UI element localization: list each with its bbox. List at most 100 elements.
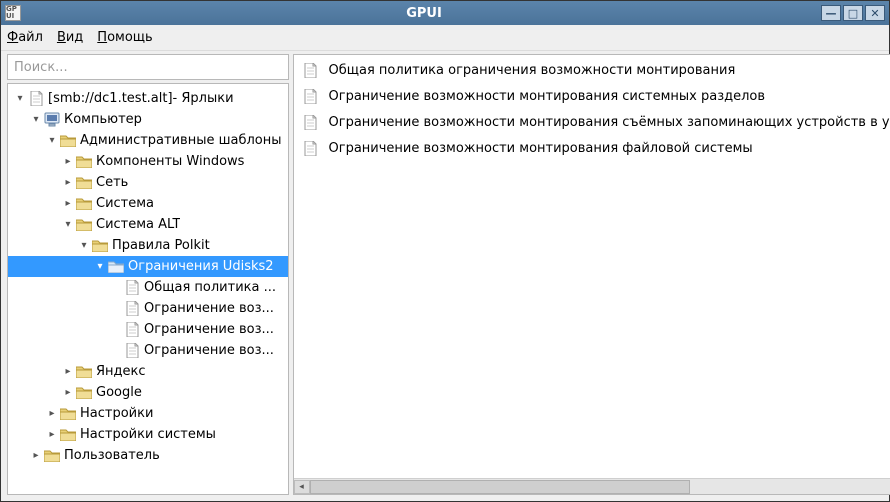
list-item-label: Ограничение возможности монтирования фай… [329, 141, 753, 156]
list-item[interactable]: Ограничение возможности монтирования фай… [294, 135, 890, 161]
minimize-button[interactable]: — [821, 5, 841, 21]
document-icon [302, 115, 320, 130]
folder-icon [75, 155, 93, 168]
menu-view[interactable]: Вид [57, 30, 83, 45]
tree-label: Google [96, 385, 142, 400]
document-icon [302, 63, 320, 78]
tree-label: Компоненты Windows [96, 154, 244, 169]
chevron-right-icon[interactable]: ▸ [46, 408, 58, 419]
list-item[interactable]: Общая политика ограничения возможности м… [294, 57, 890, 83]
maximize-button[interactable]: □ [843, 5, 863, 21]
list-item-label: Ограничение возможности монтирования сис… [329, 89, 766, 104]
tree-item-policy-doc[interactable]: ▸ Ограничение воз... [8, 340, 288, 361]
tree-item-windows-components[interactable]: ▸ Компоненты Windows [8, 151, 288, 172]
folder-icon [107, 260, 125, 273]
window-title: GPUI [27, 6, 821, 21]
chevron-down-icon[interactable]: ▾ [94, 261, 106, 272]
right-panel: Общая политика ограничения возможности м… [293, 54, 890, 495]
chevron-down-icon[interactable]: ▾ [46, 135, 58, 146]
policy-tree[interactable]: ▾ [smb://dc1.test.alt]- Ярлыки ▾ Компьют… [7, 83, 289, 495]
chevron-right-icon[interactable]: ▸ [30, 450, 42, 461]
chevron-down-icon[interactable]: ▾ [30, 114, 42, 125]
tree-item-policy-doc[interactable]: ▸ Ограничение воз... [8, 298, 288, 319]
folder-icon [75, 386, 93, 399]
tree-label: Система ALT [96, 217, 180, 232]
chevron-right-icon[interactable]: ▸ [62, 177, 74, 188]
chevron-down-icon[interactable]: ▾ [14, 93, 26, 104]
tree-label: Система [96, 196, 154, 211]
app-icon: GP UI [5, 5, 21, 21]
chevron-right-icon[interactable]: ▸ [62, 198, 74, 209]
tree-item-policy-doc[interactable]: ▸ Ограничение воз... [8, 319, 288, 340]
document-icon [123, 280, 141, 295]
scroll-track[interactable] [310, 480, 890, 494]
folder-icon [59, 134, 77, 147]
tree-item-google[interactable]: ▸ Google [8, 382, 288, 403]
tree-label: Ограничения Udisks2 [128, 259, 274, 274]
left-panel: Поиск... ▾ [smb://dc1.test.alt]- Ярлыки … [7, 54, 289, 495]
folder-icon [75, 365, 93, 378]
window-controls: — □ ✕ [821, 5, 885, 21]
tree-item-admin-templates[interactable]: ▾ Административные шаблоны [8, 130, 288, 151]
search-input[interactable]: Поиск... [7, 54, 289, 80]
tree-root[interactable]: ▾ [smb://dc1.test.alt]- Ярлыки [8, 88, 288, 109]
chevron-right-icon[interactable]: ▸ [62, 387, 74, 398]
scroll-left-icon[interactable]: ◂ [294, 480, 310, 494]
menu-help[interactable]: Помощь [97, 30, 152, 45]
tree-label: Ограничение воз... [144, 301, 274, 316]
chevron-down-icon[interactable]: ▾ [78, 240, 90, 251]
tree-label: Общая политика ... [144, 280, 276, 295]
titlebar[interactable]: GP UI GPUI — □ ✕ [1, 1, 889, 25]
tree-item-system-settings[interactable]: ▸ Настройки системы [8, 424, 288, 445]
main-window: GP UI GPUI — □ ✕ Файл Вид Помощь Поиск..… [0, 0, 890, 502]
tree-label: Пользователь [64, 448, 160, 463]
document-icon [123, 343, 141, 358]
tree-label: Яндекс [96, 364, 146, 379]
document-icon [123, 322, 141, 337]
tree-label: Правила Polkit [112, 238, 210, 253]
tree-label: Компьютер [64, 112, 142, 127]
tree-label: Настройки [80, 406, 153, 421]
menu-file[interactable]: Файл [7, 30, 43, 45]
close-button[interactable]: ✕ [865, 5, 885, 21]
policy-list[interactable]: Общая политика ограничения возможности м… [294, 55, 890, 478]
list-item[interactable]: Ограничение возможности монтирования съё… [294, 109, 890, 135]
tree-item-system-alt[interactable]: ▾ Система ALT [8, 214, 288, 235]
chevron-right-icon[interactable]: ▸ [62, 366, 74, 377]
menubar: Файл Вид Помощь [1, 25, 889, 51]
document-icon [302, 141, 320, 156]
folder-icon [91, 239, 109, 252]
tree-item-user[interactable]: ▸ Пользователь [8, 445, 288, 466]
tree-item-yandex[interactable]: ▸ Яндекс [8, 361, 288, 382]
tree-item-settings[interactable]: ▸ Настройки [8, 403, 288, 424]
tree-label: Ограничение воз... [144, 322, 274, 337]
list-item[interactable]: Ограничение возможности монтирования сис… [294, 83, 890, 109]
folder-icon [75, 197, 93, 210]
folder-icon [59, 428, 77, 441]
chevron-right-icon[interactable]: ▸ [62, 156, 74, 167]
folder-icon [59, 407, 77, 420]
tree-label: Сеть [96, 175, 128, 190]
tree-label: [smb://dc1.test.alt]- Ярлыки [48, 91, 234, 106]
chevron-down-icon[interactable]: ▾ [62, 219, 74, 230]
tree-label: Ограничение воз... [144, 343, 274, 358]
folder-icon [75, 176, 93, 189]
tree-item-network[interactable]: ▸ Сеть [8, 172, 288, 193]
chevron-right-icon[interactable]: ▸ [46, 429, 58, 440]
tree-item-udisks2[interactable]: ▾ Ограничения Udisks2 [8, 256, 288, 277]
list-item-label: Ограничение возможности монтирования съё… [329, 115, 890, 130]
scroll-thumb[interactable] [310, 480, 690, 494]
folder-icon [43, 449, 61, 462]
tree-item-system[interactable]: ▸ Система [8, 193, 288, 214]
tree-item-polkit-rules[interactable]: ▾ Правила Polkit [8, 235, 288, 256]
document-icon [123, 301, 141, 316]
list-item-label: Общая политика ограничения возможности м… [329, 63, 736, 78]
tree-label: Настройки системы [80, 427, 216, 442]
document-icon [302, 89, 320, 104]
horizontal-scrollbar[interactable]: ◂ ▸ [294, 478, 890, 494]
tree-label: Административные шаблоны [80, 133, 282, 148]
folder-icon [75, 218, 93, 231]
computer-icon [43, 112, 61, 127]
tree-item-computer[interactable]: ▾ Компьютер [8, 109, 288, 130]
tree-item-policy-doc[interactable]: ▸ Общая политика ... [8, 277, 288, 298]
